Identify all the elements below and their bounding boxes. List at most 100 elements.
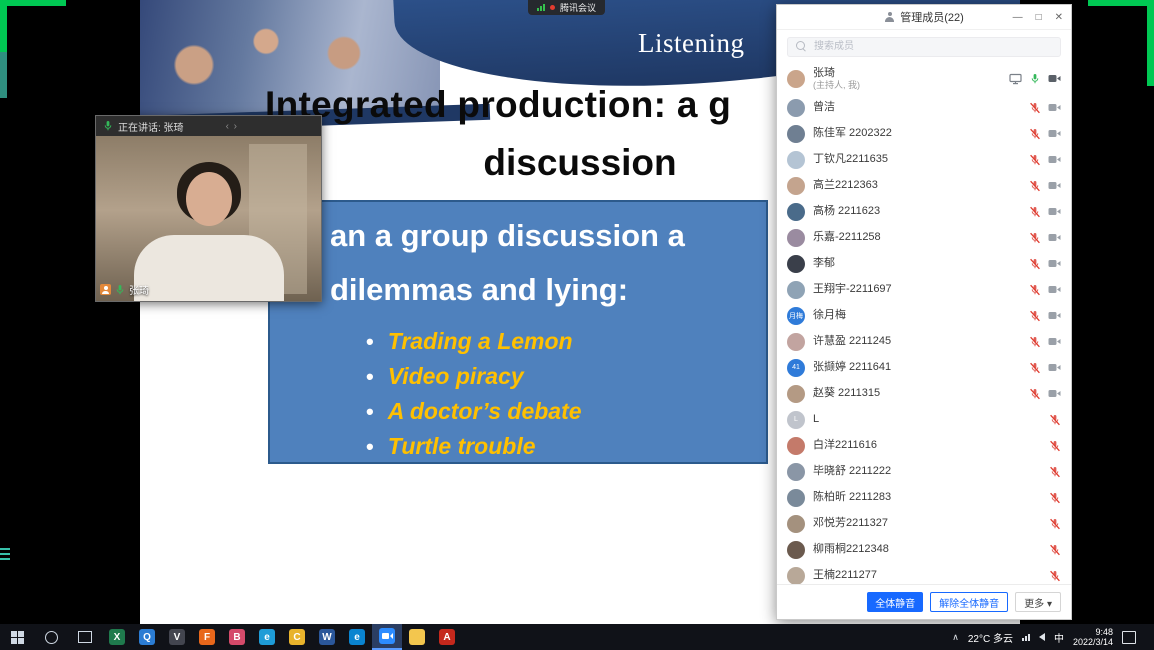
cam-off-icon[interactable] [1048,388,1061,399]
cam-on-icon[interactable] [1048,73,1061,84]
mic-muted-icon[interactable] [1049,544,1061,556]
search-input[interactable] [787,37,1061,57]
member-row[interactable]: 王翔宇-2211697 [777,277,1071,303]
mic-muted-icon[interactable] [1049,570,1061,582]
mic-muted-icon[interactable] [1049,466,1061,478]
member-avatar [787,151,805,169]
tray-expand-icon[interactable]: ∧ [952,632,959,643]
ime-indicator[interactable]: 中 [1054,630,1064,645]
chrome-browser-taskbar-icon[interactable]: C [282,624,312,650]
cam-off-icon[interactable] [1048,362,1061,373]
speaker-video-window[interactable]: 正在讲话: 张琦 ‹ › 张琦 [95,115,322,302]
mic-muted-icon[interactable] [1049,440,1061,452]
internet-explorer-taskbar-icon[interactable]: e [252,624,282,650]
weather-widget[interactable]: 22°C 多云 [968,630,1013,645]
cam-off-icon[interactable] [1048,258,1061,269]
member-row[interactable]: 柳雨桐2212348 [777,537,1071,563]
collapse-arrows-icon[interactable]: ‹ › [226,121,238,132]
cam-off-icon[interactable] [1048,284,1061,295]
tencent-meeting-taskbar-icon[interactable] [372,624,402,650]
mic-muted-icon[interactable] [1029,102,1041,114]
network-icon[interactable] [1022,634,1030,641]
mic-muted-icon[interactable] [1029,362,1041,374]
panel-title-bar[interactable]: 管理成员(22) — □ ✕ [777,5,1071,30]
mic-muted-icon[interactable] [1029,128,1041,140]
member-row[interactable]: 高杨 2211623 [777,199,1071,225]
mic-muted-icon[interactable] [1029,232,1041,244]
taskbar-clock[interactable]: 9:48 2022/3/14 [1073,627,1113,647]
video-window-header[interactable]: 正在讲话: 张琦 ‹ › [96,116,321,136]
member-row[interactable]: 丁钦凡2211635 [777,147,1071,173]
unmute-all-button[interactable]: 解除全体静音 [930,592,1008,612]
member-row[interactable]: 许慧盈 2211245 [777,329,1071,355]
cam-off-icon[interactable] [1048,336,1061,347]
cortana-search-button[interactable] [34,624,68,650]
mic-muted-icon[interactable] [1029,154,1041,166]
member-row[interactable]: LL [777,407,1071,433]
member-row[interactable]: 月梅徐月梅 [777,303,1071,329]
member-search [787,36,1061,57]
member-row[interactable]: 陈佳军 2202322 [777,121,1071,147]
bullet-item: Trading a Lemon [366,324,582,359]
cam-off-icon[interactable] [1048,232,1061,243]
cam-off-icon[interactable] [1048,310,1061,321]
edge-browser-taskbar-icon[interactable]: e [342,624,372,650]
mic-muted-icon[interactable] [1049,492,1061,504]
cam-off-icon[interactable] [1048,206,1061,217]
cam-off-icon[interactable] [1048,180,1061,191]
member-row[interactable]: 李郁 [777,251,1071,277]
member-row[interactable]: 陈柏昕 2211283 [777,485,1071,511]
mic-muted-icon[interactable] [1029,336,1041,348]
member-name: 高兰2212363 [813,179,878,192]
app-media-player-taskbar-icon[interactable]: V [162,624,192,650]
member-name: 张琦 [813,67,860,80]
member-avatar [787,463,805,481]
minimize-button[interactable]: — [1013,12,1023,23]
word-taskbar-icon[interactable]: W [312,624,342,650]
member-row[interactable]: 邓悦芳2211327 [777,511,1071,537]
mic-muted-icon[interactable] [1029,180,1041,192]
mic-muted-icon[interactable] [1049,414,1061,426]
panel-title: 管理成员(22) [900,9,964,25]
member-avatar [787,99,805,117]
mic-muted-icon[interactable] [1029,284,1041,296]
member-row[interactable]: 41张撷婷 2211641 [777,355,1071,381]
mic-muted-icon[interactable] [1029,388,1041,400]
member-row[interactable]: 张琦(主持人, 我) [777,63,1071,95]
cam-off-icon[interactable] [1048,128,1061,139]
mic-muted-icon[interactable] [1049,518,1061,530]
member-row[interactable]: 乐嘉-2211258 [777,225,1071,251]
close-button[interactable]: ✕ [1055,12,1063,23]
mic-muted-icon[interactable] [1029,310,1041,322]
cam-off-icon[interactable] [1048,154,1061,165]
action-center-icon[interactable] [1122,631,1136,644]
member-row[interactable]: 王楠2211277 [777,563,1071,585]
member-row[interactable]: 毕晓舒 2211222 [777,459,1071,485]
start-button[interactable] [0,624,34,650]
member-row[interactable]: 赵葵 2211315 [777,381,1071,407]
member-row[interactable]: 曾洁 [777,95,1071,121]
app-green-tool-taskbar-icon[interactable]: X [102,624,132,650]
app-search-tool-taskbar-icon[interactable]: Q [132,624,162,650]
member-name: 张撷婷 2211641 [813,361,891,374]
app-pink-browser-taskbar-icon[interactable]: B [222,624,252,650]
volume-icon[interactable] [1039,633,1045,641]
file-explorer-taskbar-icon[interactable] [402,624,432,650]
slide-banner-label: Listening [638,28,745,59]
adobe-reader-taskbar-icon[interactable]: A [432,624,462,650]
task-view-button[interactable] [68,624,102,650]
cam-off-icon[interactable] [1048,102,1061,113]
more-button[interactable]: 更多 ▾ [1015,592,1061,612]
mic-on-icon[interactable] [1029,73,1041,85]
mic-muted-icon[interactable] [1029,258,1041,270]
screen-icon[interactable] [1009,73,1022,85]
maximize-button[interactable]: □ [1036,12,1042,23]
firefox-browser-taskbar-icon[interactable]: F [192,624,222,650]
member-row[interactable]: 高兰2212363 [777,173,1071,199]
mic-muted-icon[interactable] [1029,206,1041,218]
mute-all-button[interactable]: 全体静音 [867,592,923,612]
meeting-status-pill[interactable]: 腾讯会议 [528,0,605,15]
clock-time: 9:48 [1095,627,1113,637]
member-row[interactable]: 白洋2211616 [777,433,1071,459]
internet-explorer-icon: e [259,629,275,645]
